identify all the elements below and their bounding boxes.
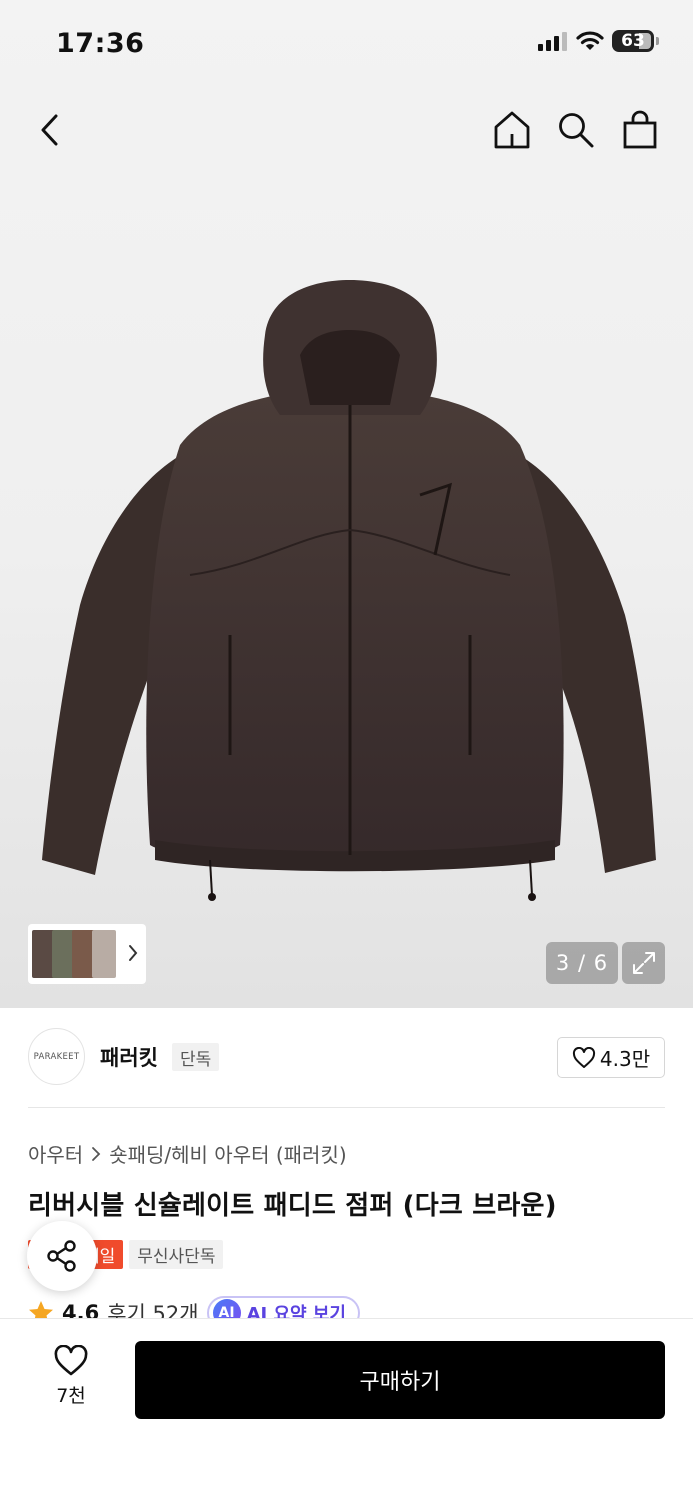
exclusive-tag: 무신사단독	[129, 1240, 224, 1269]
search-icon	[559, 113, 594, 148]
brand-exclusive-badge: 단독	[172, 1043, 220, 1071]
expand-icon	[632, 952, 655, 974]
breadcrumb-subcategory[interactable]: 숏패딩/헤비 아우터 (패러킷)	[109, 1139, 346, 1168]
chevron-right-icon	[129, 945, 138, 961]
status-icons: 63	[538, 30, 659, 52]
brand-name[interactable]: 패러킷	[100, 1042, 158, 1072]
product-title: 리버시블 신슐레이트 패디드 점퍼 (다크 브라운)	[28, 1191, 557, 1221]
product-like-button[interactable]: 7천	[40, 1345, 102, 1408]
brand-like-button[interactable]: 4.3만	[557, 1037, 665, 1078]
share-button[interactable]	[27, 1221, 97, 1291]
breadcrumb-category[interactable]: 아우터	[28, 1139, 83, 1168]
battery-icon: 63	[612, 30, 654, 52]
home-icon	[494, 111, 530, 149]
wifi-icon	[576, 31, 604, 50]
thumbnail-strip[interactable]	[28, 924, 146, 984]
product-like-count: 7천	[56, 1385, 86, 1407]
brand-logo[interactable]: PARAKEET	[28, 1028, 85, 1085]
bottom-action-bar: 7천 구매하기	[0, 1318, 693, 1500]
cellular-signal-icon	[538, 32, 567, 51]
heart-icon	[572, 1046, 595, 1068]
chevron-right-icon	[92, 1146, 101, 1161]
expand-image-button[interactable]	[622, 942, 665, 984]
chevron-left-icon	[41, 114, 58, 146]
battery-level: 63	[621, 31, 645, 51]
status-time: 17:36	[56, 28, 145, 59]
brand-row: PARAKEET 패러킷 단독 4.3만	[28, 1028, 665, 1086]
breadcrumb: 아우터 숏패딩/헤비 아우터 (패러킷)	[28, 1139, 347, 1168]
image-counter: 3 / 6	[546, 942, 618, 984]
product-image-jacket	[42, 280, 656, 901]
brand-like-count: 4.3만	[599, 1047, 651, 1071]
product-image-gallery[interactable]: 17:36 63 3 / 6	[0, 0, 693, 1008]
shopping-bag-icon	[623, 110, 657, 149]
back-button[interactable]	[28, 108, 72, 152]
thumbnail-image[interactable]	[92, 930, 116, 978]
divider	[28, 1107, 665, 1108]
heart-icon	[54, 1345, 88, 1376]
home-button[interactable]	[490, 108, 534, 152]
cart-button[interactable]	[618, 108, 662, 152]
search-button[interactable]	[554, 108, 598, 152]
buy-button[interactable]: 구매하기	[135, 1341, 665, 1419]
share-icon	[47, 1240, 76, 1272]
